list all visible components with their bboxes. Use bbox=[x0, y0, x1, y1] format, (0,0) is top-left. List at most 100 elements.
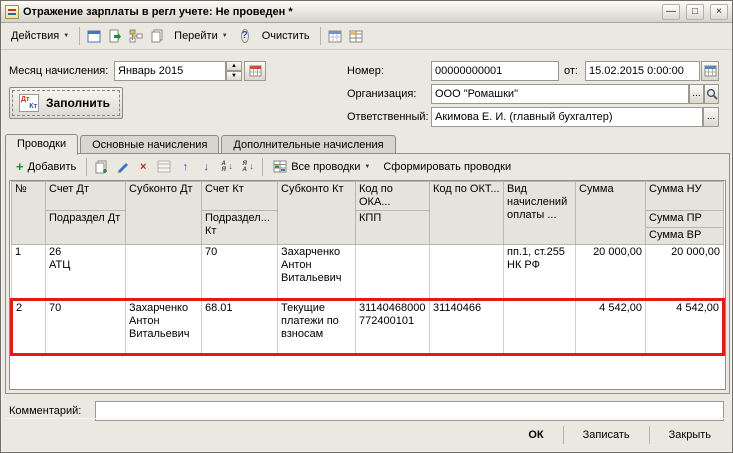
col-header-debit-subdivision[interactable]: Подраздел Дт bbox=[45, 210, 126, 245]
magnifier-icon bbox=[706, 88, 718, 100]
cell-debit-account[interactable]: 70 bbox=[45, 298, 126, 356]
cell-num[interactable]: 1 bbox=[11, 244, 46, 300]
close-button[interactable]: × bbox=[710, 3, 728, 20]
fill-button[interactable]: Дт Кт Заполнить bbox=[9, 87, 123, 119]
cell-credit-account[interactable]: 70 bbox=[201, 244, 278, 300]
tab-postings[interactable]: Проводки bbox=[5, 134, 79, 155]
col-header-amount-vr[interactable]: Сумма ВР bbox=[645, 227, 724, 245]
col-header-amount-pr[interactable]: Сумма ПР bbox=[645, 210, 724, 228]
col-header-oktmo[interactable]: Код по ОКТ... bbox=[429, 181, 504, 245]
cell-amount[interactable]: 20 000,00 bbox=[575, 244, 646, 300]
hierarchy-button[interactable] bbox=[154, 156, 174, 178]
help-button[interactable]: ? bbox=[235, 25, 255, 47]
minimize-button[interactable]: — bbox=[662, 3, 680, 20]
organization-label: Организация: bbox=[347, 88, 417, 100]
cell-num[interactable]: 2 bbox=[10, 298, 46, 356]
actions-button[interactable]: Действия ▼ bbox=[5, 25, 75, 47]
cell-okato[interactable]: 31140468000 772400101 bbox=[355, 298, 430, 356]
toolbar-structure-button[interactable] bbox=[126, 25, 146, 47]
table-view-button[interactable] bbox=[346, 25, 366, 47]
clear-button[interactable]: Очистить bbox=[256, 25, 316, 47]
title-bar: Отражение зарплаты в регл учете: Не пров… bbox=[1, 1, 732, 23]
cell-amount-nu[interactable]: 20 000,00 bbox=[645, 244, 724, 300]
cell-credit-account[interactable]: 68.01 bbox=[201, 298, 278, 356]
spin-down-icon[interactable]: ▼ bbox=[226, 71, 242, 81]
cell-accrual-type[interactable] bbox=[503, 298, 576, 356]
all-postings-button[interactable]: Все проводки ▼ bbox=[267, 156, 376, 178]
spin-up-icon[interactable]: ▲ bbox=[226, 61, 242, 71]
date-calendar-button[interactable] bbox=[701, 61, 719, 81]
list-settings-icon bbox=[328, 30, 342, 43]
move-down-button[interactable]: ↓ bbox=[196, 156, 216, 178]
col-header-kpp[interactable]: КПП bbox=[355, 210, 430, 245]
close-window-button[interactable]: Закрыть bbox=[656, 425, 724, 445]
arrow-up-icon: ↑ bbox=[182, 160, 188, 173]
dtkt-icon: Дт Кт bbox=[19, 94, 39, 112]
table-row-highlighted[interactable]: 2 70 Захарченко Антон Витальевич 68.01 Т… bbox=[10, 298, 725, 356]
number-input[interactable] bbox=[431, 61, 559, 81]
delete-icon: × bbox=[140, 160, 147, 173]
col-header-accrual-type[interactable]: Вид начислений оплаты ... bbox=[503, 181, 576, 245]
calendar-icon bbox=[249, 65, 262, 77]
toolbar-form-button[interactable] bbox=[84, 25, 104, 47]
add-row-button[interactable]: + Добавить bbox=[10, 156, 82, 178]
toolbar-copy-button[interactable] bbox=[147, 25, 167, 47]
copy-row-button[interactable] bbox=[91, 156, 111, 178]
organization-open-button[interactable] bbox=[704, 84, 719, 104]
dropdown-caret-icon: ▼ bbox=[63, 33, 70, 39]
save-button[interactable]: Записать bbox=[570, 425, 643, 445]
col-header-amount[interactable]: Сумма bbox=[575, 181, 646, 245]
col-header-num[interactable]: № bbox=[11, 181, 46, 245]
sort-asc-button[interactable]: АЯ ↓ bbox=[217, 156, 237, 178]
month-picker-button[interactable] bbox=[244, 61, 266, 81]
month-input[interactable] bbox=[114, 61, 226, 81]
cell-okato[interactable] bbox=[355, 244, 430, 300]
date-input[interactable] bbox=[585, 61, 700, 81]
col-header-okato[interactable]: Код по ОКА... bbox=[355, 181, 430, 211]
organization-input[interactable] bbox=[431, 84, 689, 104]
separator bbox=[319, 27, 321, 45]
month-label: Месяц начисления: bbox=[9, 65, 109, 77]
window-title: Отражение зарплаты в регл учете: Не пров… bbox=[23, 5, 293, 18]
cell-credit-subconto[interactable]: Захарченко Антон Витальевич bbox=[277, 244, 356, 300]
postings-filter-icon bbox=[273, 160, 287, 173]
move-up-button[interactable]: ↑ bbox=[175, 156, 195, 178]
sort-desc-button[interactable]: ЯА ↓ bbox=[238, 156, 258, 178]
tab-additional-accruals[interactable]: Дополнительные начисления bbox=[221, 135, 396, 154]
toolbar-post-button[interactable] bbox=[105, 25, 125, 47]
col-header-debit-subconto[interactable]: Субконто Дт bbox=[125, 181, 202, 245]
cell-amount[interactable]: 4 542,00 bbox=[575, 298, 646, 356]
responsible-input[interactable] bbox=[431, 107, 703, 127]
list-settings-button[interactable] bbox=[325, 25, 345, 47]
delete-row-button[interactable]: × bbox=[133, 156, 153, 178]
cell-accrual-type[interactable]: пп.1, ст.255 НК РФ bbox=[503, 244, 576, 300]
cell-debit-subconto[interactable] bbox=[125, 244, 202, 300]
col-header-credit-subconto[interactable]: Субконто Кт bbox=[277, 181, 356, 245]
cell-amount-nu[interactable]: 4 542,00 bbox=[645, 298, 725, 356]
generate-postings-label: Сформировать проводки bbox=[383, 160, 512, 173]
col-header-amount-nu[interactable]: Сумма НУ bbox=[645, 181, 724, 211]
table-row[interactable]: 1 26 АТЦ 70 Захарченко Антон Витальевич bbox=[11, 244, 724, 300]
tab-main-accruals[interactable]: Основные начисления bbox=[80, 135, 220, 154]
cell-debit-account[interactable]: 26 АТЦ bbox=[45, 244, 126, 300]
col-header-credit-account[interactable]: Счет Кт bbox=[201, 181, 278, 211]
separator bbox=[562, 426, 564, 444]
edit-row-button[interactable] bbox=[112, 156, 132, 178]
organization-choose-button[interactable]: ... bbox=[689, 84, 704, 104]
ok-button[interactable]: ОК bbox=[515, 425, 556, 445]
date-label: от: bbox=[564, 65, 578, 77]
maximize-button[interactable]: □ bbox=[686, 3, 704, 20]
col-header-credit-subdivision[interactable]: Подраздел... Кт bbox=[201, 210, 278, 245]
cell-credit-subconto[interactable]: Текущие платежи по взносам bbox=[277, 298, 356, 356]
generate-postings-button[interactable]: Сформировать проводки bbox=[377, 156, 517, 178]
hierarchy-icon bbox=[157, 160, 171, 173]
cell-debit-subconto[interactable]: Захарченко Антон Витальевич bbox=[125, 298, 202, 356]
cell-oktmo[interactable]: 31140466 bbox=[429, 298, 504, 356]
goto-button[interactable]: Перейти ▼ bbox=[168, 25, 234, 47]
window: Отражение зарплаты в регл учете: Не пров… bbox=[0, 0, 733, 453]
cell-oktmo[interactable] bbox=[429, 244, 504, 300]
col-header-debit-account[interactable]: Счет Дт bbox=[45, 181, 126, 211]
document-icon bbox=[5, 4, 19, 19]
copy-icon bbox=[94, 160, 108, 174]
responsible-choose-button[interactable]: ... bbox=[703, 107, 719, 127]
